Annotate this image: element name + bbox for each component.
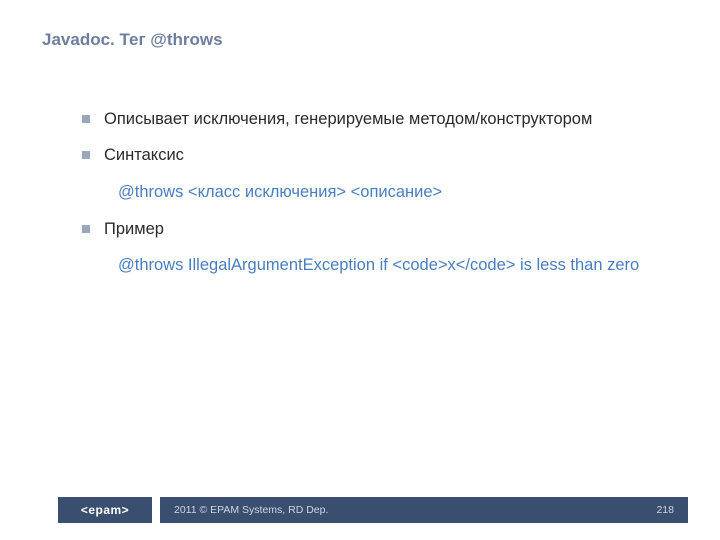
bullet-marker-icon [82,151,90,159]
page-number: 218 [656,504,674,516]
logo: <epam> [58,497,152,523]
content-area: Описывает исключения, генерируемые метод… [82,108,660,291]
bullet-text: Синтаксис [104,144,184,166]
bullet-marker-icon [82,115,90,123]
bullet-text: Пример [104,218,164,240]
footer-copyright: 2011 © EPAM Systems, RD Dep. [174,504,328,516]
bullet-sub-text: @throws <класс исключения> <описание> [118,181,660,204]
bullet-item: Описывает исключения, генерируемые метод… [82,108,660,130]
bullet-marker-icon [82,225,90,233]
bullet-text: Описывает исключения, генерируемые метод… [104,108,592,130]
slide-title: Javadoc. Тег @throws [42,30,223,50]
bullet-item: Синтаксис [82,144,660,166]
bullet-sub-text: @throws IllegalArgumentException if <cod… [118,254,660,277]
footer-bar: 2011 © EPAM Systems, RD Dep. 218 [160,497,688,523]
footer: <epam> 2011 © EPAM Systems, RD Dep. 218 [0,497,720,523]
bullet-item: Пример [82,218,660,240]
sub-text-line: @throws IllegalArgumentException if <cod… [118,256,639,274]
